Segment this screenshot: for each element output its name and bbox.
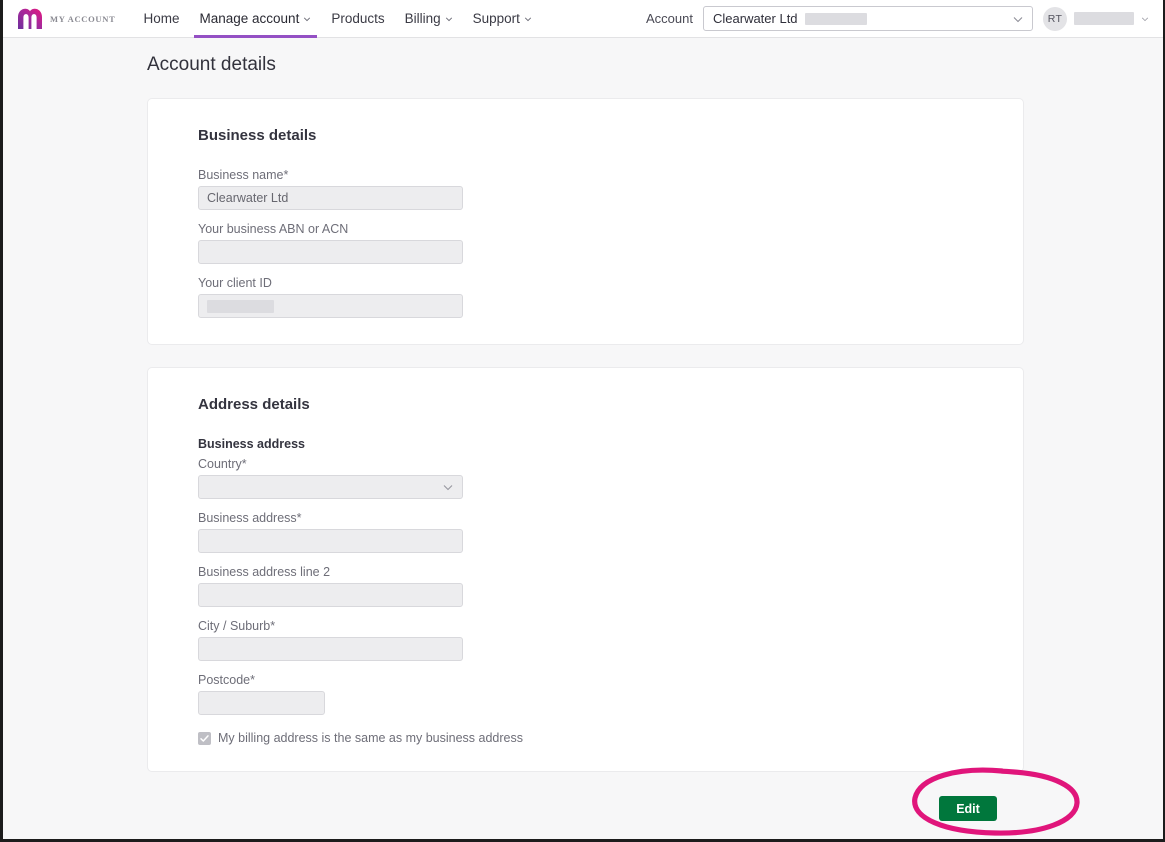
label-text: Business name [198, 168, 284, 182]
field-label: Business name* [198, 168, 1023, 182]
chevron-down-icon [304, 17, 311, 22]
nav-item-label: Home [143, 11, 180, 26]
field-label: City / Suburb* [198, 619, 1023, 633]
nav-item-label: Products [331, 11, 385, 26]
client-id-input[interactable] [198, 294, 463, 318]
business-address-line-2-input[interactable] [198, 583, 463, 607]
field-label: Your business ABN or ACN [198, 222, 349, 236]
label-text: City / Suburb [198, 619, 271, 633]
field-label: Business address line 2 [198, 565, 331, 579]
address-details-card: Address details Business address Country… [147, 367, 1024, 772]
field-postcode: Postcode* [198, 673, 1023, 715]
field-country: Country* [198, 457, 1023, 499]
business-name-input[interactable]: Clearwater Ltd [198, 186, 463, 210]
chevron-down-icon [524, 17, 532, 22]
nav-item-home[interactable]: Home [133, 0, 189, 38]
label-text: Business address [198, 511, 297, 525]
page-content: Account details Business details Busines… [3, 38, 1163, 821]
account-selector[interactable]: Clearwater Ltd [703, 6, 1033, 31]
postcode-input[interactable] [198, 691, 325, 715]
business-address-input[interactable] [198, 529, 463, 553]
abn-acn-input[interactable] [198, 240, 463, 264]
redacted-client-id [207, 299, 274, 313]
field-label: Business address* [198, 511, 1023, 525]
nav-item-label: Billing [404, 11, 441, 26]
chevron-down-icon [443, 485, 453, 491]
nav-item-support[interactable]: Support [463, 0, 542, 38]
nav-item-label: Support [472, 11, 520, 26]
required-marker: * [283, 168, 289, 182]
field-business-address: Business address* [198, 511, 1023, 553]
top-bar-right-cluster: Account Clearwater Ltd RT [646, 6, 1151, 31]
label-text: Country [198, 457, 242, 471]
form-actions: Edit [147, 796, 1024, 821]
user-menu[interactable]: RT [1043, 6, 1151, 31]
nav-item-products[interactable]: Products [321, 0, 394, 38]
field-abn-acn: Your business ABN or ACN [198, 222, 1023, 264]
redacted-user-name [1074, 12, 1134, 25]
field-business-name: Business name* Clearwater Ltd [198, 168, 1023, 210]
top-navigation-bar: MY ACCOUNT Home Manage account Products … [3, 0, 1163, 38]
field-label: Your client ID [198, 276, 272, 290]
browser-viewport: MY ACCOUNT Home Manage account Products … [0, 0, 1165, 842]
nav-item-label: Manage account [199, 11, 300, 26]
business-address-subheading: Business address [198, 437, 305, 451]
country-select[interactable] [198, 475, 463, 499]
chevron-down-icon [445, 17, 452, 22]
chevron-down-icon [1013, 16, 1023, 22]
brand-logo[interactable]: MY ACCOUNT [17, 8, 115, 30]
brand-text: MY ACCOUNT [50, 13, 116, 24]
chevron-down-icon [1141, 17, 1149, 22]
field-business-address-line-2: Business address line 2 [198, 565, 1023, 607]
redacted-account-suffix [804, 12, 867, 25]
m-logo-icon [18, 8, 42, 29]
required-marker: * [270, 619, 276, 633]
nav-item-billing[interactable]: Billing [395, 0, 463, 38]
city-suburb-input[interactable] [198, 637, 463, 661]
required-marker: * [296, 511, 302, 525]
address-details-heading: Address details [198, 396, 310, 413]
field-label: Postcode* [198, 673, 1023, 687]
billing-same-as-business-row[interactable]: My billing address is the same as my bus… [198, 731, 1023, 745]
billing-same-label: My billing address is the same as my bus… [218, 731, 523, 745]
account-selector-value: Clearwater Ltd [713, 11, 798, 26]
check-icon [200, 734, 209, 742]
required-marker: * [250, 673, 255, 687]
nav-item-manage-account[interactable]: Manage account [190, 0, 322, 38]
primary-nav: Home Manage account Products Billing Sup… [133, 0, 541, 38]
field-city-suburb: City / Suburb* [198, 619, 1023, 661]
business-details-card: Business details Business name* Clearwat… [147, 98, 1024, 345]
input-value: Clearwater Ltd [207, 191, 289, 205]
billing-same-checkbox[interactable] [198, 731, 211, 745]
account-selector-label: Account [646, 11, 693, 26]
required-marker: * [241, 457, 247, 471]
field-client-id: Your client ID [198, 276, 1023, 318]
avatar: RT [1043, 6, 1067, 31]
business-details-heading: Business details [198, 127, 317, 144]
page-title: Account details [147, 54, 276, 75]
edit-button[interactable]: Edit [939, 796, 997, 821]
label-text: Postcode [198, 673, 251, 687]
field-label: Country* [198, 457, 1023, 471]
